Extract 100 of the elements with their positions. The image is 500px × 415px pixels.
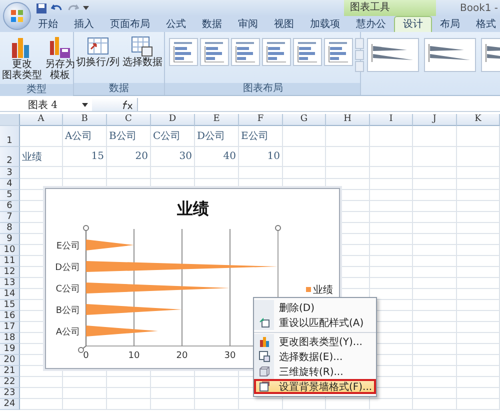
table-cell (283, 126, 326, 147)
format-icon (258, 381, 270, 392)
save-icon[interactable] (36, 2, 47, 14)
row-header[interactable]: 16 (0, 311, 20, 322)
table-cell (413, 190, 457, 201)
table-cell: 15 (63, 147, 107, 167)
ribbon-tab[interactable]: 布局 (432, 17, 468, 32)
row-header[interactable]: 19 (0, 344, 20, 355)
table-cell (413, 147, 457, 167)
table-cell (413, 245, 457, 256)
ribbon-tab[interactable]: 插入 (66, 17, 102, 32)
row-header[interactable]: 4 (0, 179, 20, 190)
row-header[interactable]: 6 (0, 201, 20, 212)
customize-caret-icon[interactable] (83, 5, 89, 11)
ribbon-button[interactable]: 另存为 模板 (45, 35, 75, 81)
category-label: E公司 (56, 242, 80, 252)
column-header[interactable]: K (457, 114, 500, 126)
row-header[interactable]: 22 (0, 377, 20, 388)
data-table-icon (258, 351, 270, 362)
table-cell (457, 311, 500, 322)
row-header[interactable]: 13 (0, 278, 20, 289)
column-header[interactable]: I (370, 114, 413, 126)
row-header[interactable]: 5 (0, 190, 20, 201)
chart-layout-thumbnail[interactable] (293, 38, 322, 66)
ribbon-tab[interactable]: 设计 (394, 16, 432, 32)
table-cell (370, 278, 413, 289)
column-header[interactable]: E (195, 114, 239, 126)
ribbon-tab[interactable]: 公式 (158, 17, 194, 32)
ribbon-tab[interactable]: 审阅 (230, 17, 266, 32)
ribbon-button[interactable]: 更改 图表类型 (2, 35, 42, 81)
column-header[interactable]: H (326, 114, 370, 126)
row-header[interactable]: 9 (0, 234, 20, 245)
function-icon[interactable] (121, 100, 133, 110)
chart-layout-thumbnail[interactable] (169, 38, 198, 66)
row-header[interactable]: 2 (0, 147, 20, 167)
row-header[interactable]: 11 (0, 256, 20, 267)
table-cell (326, 399, 370, 410)
chart-style-thumbnail[interactable] (367, 38, 420, 72)
table-cell (457, 399, 500, 410)
column-header[interactable]: A (20, 114, 63, 126)
table-cell (457, 223, 500, 234)
table-cell (151, 377, 195, 388)
column-header[interactable]: B (63, 114, 107, 126)
chart-layout-thumbnail[interactable] (231, 38, 260, 66)
row-header[interactable]: 8 (0, 223, 20, 234)
row-header[interactable]: 18 (0, 333, 20, 344)
chart-layout-thumbnail[interactable] (324, 38, 354, 66)
row-header[interactable]: 12 (0, 267, 20, 278)
column-header[interactable]: F (239, 114, 283, 126)
table-cell (457, 355, 500, 366)
row-header[interactable]: 15 (0, 300, 20, 311)
ribbon-button[interactable]: 切换行/列 (76, 35, 120, 68)
ribbon-tab[interactable]: 格式 (468, 17, 500, 32)
ribbon-tab[interactable]: 慧办公 (348, 17, 394, 32)
table-cell: C公司 (151, 126, 195, 147)
row-header[interactable]: 17 (0, 322, 20, 333)
row-header[interactable]: 20 (0, 355, 20, 366)
office-button[interactable] (3, 2, 31, 30)
legend-label: 业绩 (313, 285, 333, 296)
selection-handle-icon[interactable] (275, 225, 281, 231)
table-cell (457, 256, 500, 267)
row-header[interactable]: 24 (0, 399, 20, 410)
table-cell (370, 245, 413, 256)
table-cell (20, 126, 63, 147)
gallery-scrollbar[interactable] (355, 38, 364, 72)
column-header[interactable]: D (151, 114, 195, 126)
ribbon-tab[interactable]: 视图 (266, 17, 302, 32)
table-cell: E公司 (239, 126, 283, 147)
menu-item[interactable]: 设置背景墙格式(F)... (254, 379, 376, 394)
column-header[interactable]: C (107, 114, 151, 126)
row-header[interactable]: 23 (0, 388, 20, 399)
menu-item[interactable]: 更改图表类型(Y)... (254, 332, 376, 349)
category-label: C公司 (56, 284, 80, 294)
row-header[interactable]: 1 (0, 126, 20, 147)
chart-layout-thumbnail[interactable] (262, 38, 292, 66)
name-box[interactable]: 图表 4 (0, 98, 92, 111)
table-cell (413, 167, 457, 179)
ribbon-tab[interactable]: 加载项 (302, 17, 348, 32)
chart-layout-thumbnail[interactable] (200, 38, 230, 66)
table-cell (20, 388, 63, 399)
table-cell (457, 201, 500, 212)
ribbon-tab[interactable]: 数据 (194, 17, 230, 32)
row-header[interactable]: 10 (0, 245, 20, 256)
dropdown-caret-icon (82, 102, 88, 106)
tick-label: 30 (224, 351, 236, 361)
table-cell (63, 377, 107, 388)
ribbon-button[interactable]: 选择数据 (122, 35, 162, 68)
row-header[interactable]: 7 (0, 212, 20, 223)
chart-style-thumbnail[interactable] (424, 38, 476, 72)
ribbon-tab[interactable]: 开始 (30, 17, 66, 32)
table-cell (457, 190, 500, 201)
row-header[interactable]: 21 (0, 366, 20, 377)
ribbon-tab[interactable]: 页面布局 (102, 17, 158, 32)
table-cell: 20 (107, 147, 151, 167)
column-header[interactable]: G (283, 114, 326, 126)
row-header[interactable]: 14 (0, 289, 20, 300)
row-header[interactable]: 3 (0, 167, 20, 179)
column-header[interactable]: J (413, 114, 457, 126)
table-cell (457, 278, 500, 289)
table-cell (370, 179, 413, 190)
